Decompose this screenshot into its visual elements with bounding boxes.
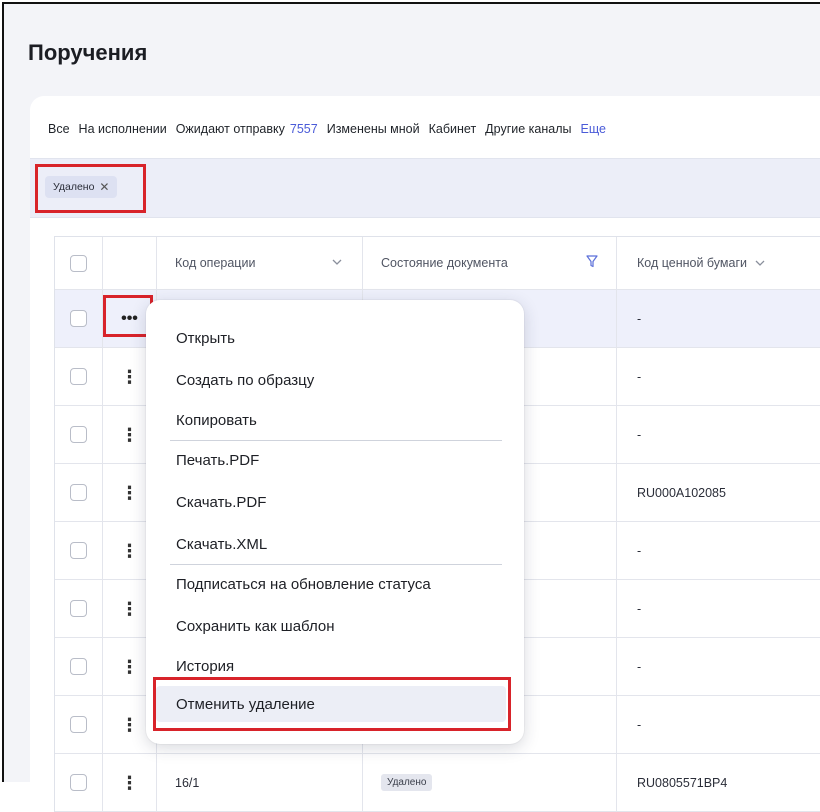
highlight-frame-cancel-deletion <box>153 677 511 731</box>
security-code-value: - <box>637 543 642 558</box>
tab-in-progress[interactable]: На исполнении <box>79 122 167 136</box>
tab-more[interactable]: Еще <box>581 122 606 136</box>
row-checkbox[interactable] <box>70 368 87 385</box>
menu-item-print-pdf[interactable]: Печать.PDF <box>176 452 259 469</box>
filter-tabs: Все На исполнении Ожидают отправку 7557 И… <box>48 120 615 138</box>
row-checkbox[interactable] <box>70 716 87 733</box>
security-code-value: - <box>637 369 642 384</box>
chevron-down-icon[interactable] <box>332 258 342 269</box>
column-doc-state[interactable]: Состояние документа <box>363 237 617 289</box>
column-operation-code[interactable]: Код операции <box>157 237 363 289</box>
active-filters-bar <box>30 158 820 218</box>
highlight-frame-chip <box>35 164 146 213</box>
column-label: Код операции <box>175 256 256 270</box>
security-code-value: - <box>637 311 642 326</box>
table-header: Код операции Состояние документа Код цен… <box>55 237 820 290</box>
chevron-down-icon[interactable] <box>755 256 765 270</box>
menu-item-open[interactable]: Открыть <box>176 330 235 347</box>
security-code-value: RU0805571BP4 <box>637 775 728 790</box>
tab-changed-by-me[interactable]: Изменены мной <box>327 122 420 136</box>
kebab-menu-icon[interactable]: ⋮ <box>121 368 139 386</box>
kebab-menu-icon[interactable]: ⋮ <box>121 600 139 618</box>
menu-item-copy[interactable]: Копировать <box>176 412 257 429</box>
security-code-value: RU000A102085 <box>637 485 726 500</box>
row-checkbox[interactable] <box>70 600 87 617</box>
row-checkbox[interactable] <box>70 774 87 791</box>
security-code-value: - <box>637 717 642 732</box>
kebab-menu-icon[interactable]: ⋮ <box>121 542 139 560</box>
kebab-menu-icon[interactable]: ⋮ <box>121 658 139 676</box>
security-code-value: - <box>637 427 642 442</box>
operation-code-value: 16/1 <box>175 775 200 790</box>
tab-awaiting[interactable]: Ожидают отправку 7557 <box>176 122 318 136</box>
column-security-code[interactable]: Код ценной бумаги <box>617 237 820 289</box>
tab-cabinet[interactable]: Кабинет <box>429 122 477 136</box>
security-code-value: - <box>637 601 642 616</box>
row-checkbox[interactable] <box>70 310 87 327</box>
page-title: Поручения <box>28 40 148 65</box>
security-code-value: - <box>637 659 642 674</box>
menu-divider <box>170 440 502 441</box>
row-checkbox[interactable] <box>70 542 87 559</box>
table-row[interactable]: ⋮ 16/1 Удалено RU0805571BP4 <box>55 754 820 812</box>
menu-item-create-from-sample[interactable]: Создать по образцу <box>176 372 314 389</box>
column-label: Код ценной бумаги <box>637 256 747 270</box>
kebab-menu-icon[interactable]: ⋮ <box>121 426 139 444</box>
row-checkbox[interactable] <box>70 426 87 443</box>
menu-item-save-as-template[interactable]: Сохранить как шаблон <box>176 618 335 635</box>
tab-awaiting-label: Ожидают отправку <box>175 122 285 136</box>
status-badge: Удалено <box>381 774 433 791</box>
filter-funnel-icon[interactable] <box>586 255 598 271</box>
select-all-checkbox[interactable] <box>70 254 87 272</box>
tab-awaiting-count: 7557 <box>289 122 318 136</box>
menu-divider <box>170 564 502 565</box>
tab-all[interactable]: Все <box>48 122 70 136</box>
column-label: Состояние документа <box>381 256 508 270</box>
kebab-menu-icon[interactable]: ⋮ <box>121 716 139 734</box>
row-checkbox[interactable] <box>70 658 87 675</box>
menu-item-download-xml[interactable]: Скачать.XML <box>176 536 267 553</box>
menu-item-download-pdf[interactable]: Скачать.PDF <box>176 494 266 511</box>
kebab-menu-icon[interactable]: ⋮ <box>121 484 139 502</box>
tab-other-channels[interactable]: Другие каналы <box>485 122 571 136</box>
menu-item-history[interactable]: История <box>176 658 234 675</box>
menu-item-subscribe-status[interactable]: Подписаться на обновление статуса <box>176 576 431 593</box>
kebab-menu-icon[interactable]: ⋮ <box>121 774 139 792</box>
row-checkbox[interactable] <box>70 484 87 501</box>
